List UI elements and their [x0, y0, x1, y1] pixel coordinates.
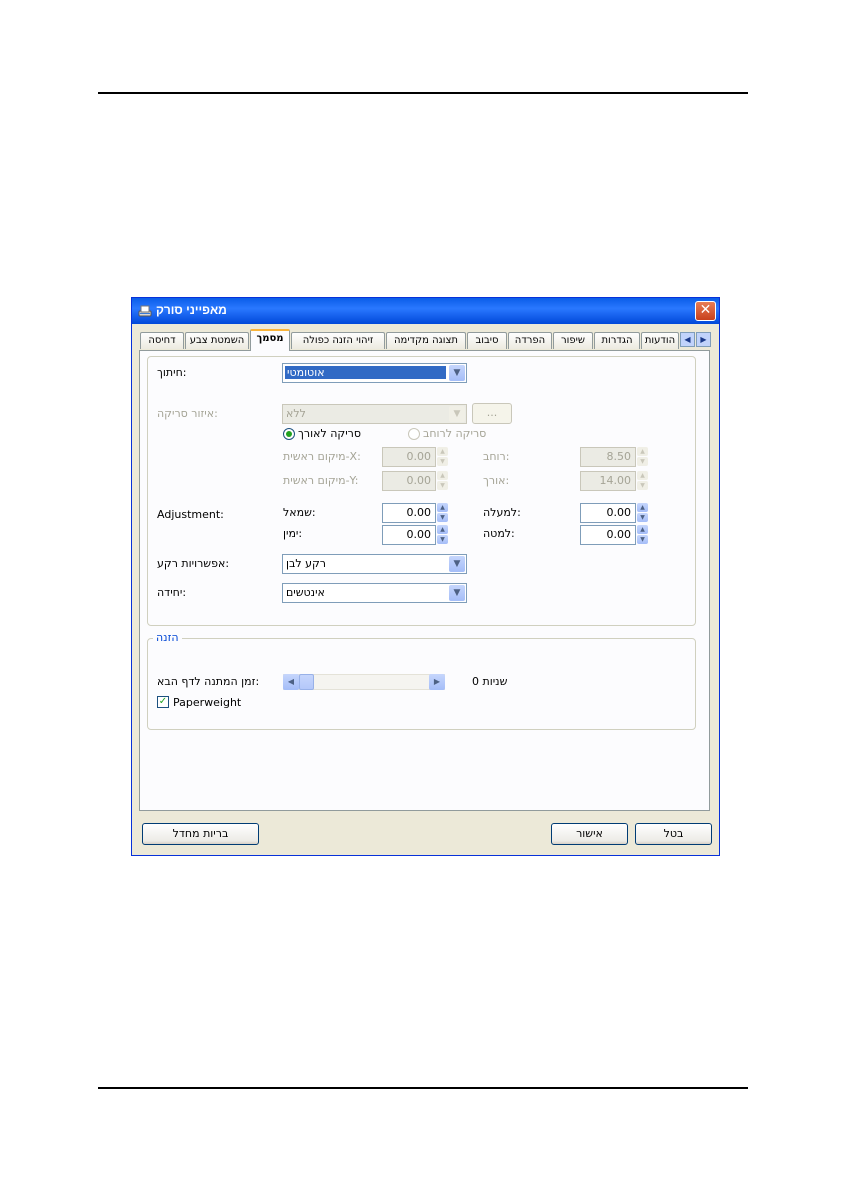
adjust-left-down-button[interactable]: ▼	[437, 513, 448, 522]
adjust-bottom-up-button[interactable]: ▲	[637, 525, 648, 534]
x-origin-down-button[interactable]: ▼	[437, 457, 448, 466]
cropping-label: חיתוך:	[157, 366, 187, 379]
adjust-right-up-button[interactable]: ▲	[437, 525, 448, 534]
y-origin-up-button[interactable]: ▲	[437, 471, 448, 480]
tab-compression[interactable]: דחיסה	[140, 332, 184, 349]
y-origin-down-button[interactable]: ▼	[437, 481, 448, 490]
x-origin-input[interactable]: 0.00	[382, 447, 436, 467]
tab-document[interactable]: מסמך	[250, 329, 290, 351]
cropping-select[interactable]: אוטומטי ▼	[282, 363, 467, 383]
adjust-right-input[interactable]: 0.00	[382, 525, 436, 545]
chevron-down-icon: ▼	[449, 406, 465, 422]
tab-scroll-left-button[interactable]: ◀	[680, 332, 695, 347]
paperweight-label: Paperweight	[173, 696, 242, 709]
x-origin-label: מיקום ראשית-X:	[283, 450, 361, 463]
paperweight-checkbox[interactable]: ✓	[157, 696, 169, 708]
window-title: מאפייני סורק	[156, 303, 227, 317]
landscape-radio-label: סריקה לרוחב	[423, 427, 487, 440]
chevron-down-icon: ▼	[449, 585, 465, 601]
length-label: אורך:	[483, 474, 510, 487]
defaults-button[interactable]: בריות מחדל	[142, 823, 259, 845]
tab-rotation[interactable]: סיבוב	[467, 332, 507, 349]
width-up-button[interactable]: ▲	[637, 447, 648, 456]
scanner-icon	[138, 305, 152, 317]
adjust-right-label: ימין:	[283, 527, 303, 540]
adjust-right-down-button[interactable]: ▼	[437, 535, 448, 544]
width-down-button[interactable]: ▼	[637, 457, 648, 466]
feeding-group-title: הזנה	[153, 631, 182, 644]
portrait-radio[interactable]	[283, 428, 295, 440]
tab-preview[interactable]: תצוגה מקדימה	[386, 332, 466, 349]
chevron-down-icon: ▼	[449, 556, 465, 572]
wait-time-label: זמן המתנה לדף הבא:	[157, 675, 260, 688]
y-origin-input[interactable]: 0.00	[382, 471, 436, 491]
title-bar[interactable]: מאפייני סורק ✕	[132, 298, 719, 324]
y-origin-label: מיקום ראשית-Y:	[283, 474, 359, 487]
adjust-top-input[interactable]: 0.00	[580, 503, 636, 523]
width-input[interactable]: 8.50	[580, 447, 636, 467]
adjust-top-up-button[interactable]: ▲	[637, 503, 648, 512]
chevron-down-icon: ▼	[449, 365, 465, 381]
adjustment-label: Adjustment:	[157, 508, 224, 521]
tab-separation[interactable]: הפרדה	[508, 332, 552, 349]
adjust-top-down-button[interactable]: ▼	[637, 513, 648, 522]
page-bottom-rule	[98, 1087, 748, 1089]
adjust-left-input[interactable]: 0.00	[382, 503, 436, 523]
background-label: אפשרויות רקע:	[157, 557, 230, 570]
slider-left-button[interactable]: ◀	[283, 674, 299, 690]
slider-right-button[interactable]: ▶	[429, 674, 445, 690]
adjust-bottom-down-button[interactable]: ▼	[637, 535, 648, 544]
tab-color-dropout[interactable]: השמטת צבע	[185, 332, 249, 349]
background-select[interactable]: רקע לבן ▼	[282, 554, 467, 574]
portrait-radio-label: סריקה לאורך	[298, 427, 362, 440]
adjust-top-label: למעלה:	[483, 506, 521, 519]
page-top-rule	[98, 92, 748, 94]
adjust-left-label: שמאל:	[283, 506, 316, 519]
tab-messages[interactable]: הודעות	[641, 332, 679, 349]
cancel-button[interactable]: בטל	[635, 823, 712, 845]
wait-time-slider[interactable]: ◀ ▶	[283, 674, 445, 690]
ok-button[interactable]: אישור	[551, 823, 628, 845]
close-button[interactable]: ✕	[695, 301, 716, 321]
tab-multifeed-detection[interactable]: זיהוי הזנה כפולה	[291, 332, 385, 349]
x-origin-up-button[interactable]: ▲	[437, 447, 448, 456]
adjust-left-up-button[interactable]: ▲	[437, 503, 448, 512]
tab-scroll-right-button[interactable]: ▶	[696, 332, 711, 347]
adjust-bottom-input[interactable]: 0.00	[580, 525, 636, 545]
slider-thumb[interactable]	[299, 674, 314, 690]
length-down-button[interactable]: ▼	[637, 481, 648, 490]
adjust-bottom-label: למטה:	[483, 527, 515, 540]
tab-enhancement[interactable]: שיפור	[553, 332, 593, 349]
length-up-button[interactable]: ▲	[637, 471, 648, 480]
scan-area-select[interactable]: ללא ▼	[282, 404, 467, 424]
document-tab-panel: חיתוך: אוטומטי ▼ איזור סריקה: ללא ▼ ... …	[139, 350, 710, 811]
landscape-radio[interactable]	[408, 428, 420, 440]
scan-area-label: איזור סריקה:	[157, 407, 218, 420]
tab-settings[interactable]: הגדרות	[594, 332, 640, 349]
width-label: רוחב:	[483, 450, 510, 463]
scanner-properties-window: מאפייני סורק ✕ דחיסה השמטת צבע מסמך זיהו…	[131, 297, 720, 856]
unit-label: יחידה:	[157, 586, 187, 599]
length-input[interactable]: 14.00	[580, 471, 636, 491]
unit-select[interactable]: אינטשים ▼	[282, 583, 467, 603]
wait-time-value: 0 שניות	[472, 675, 508, 688]
scan-area-browse-button[interactable]: ...	[472, 403, 512, 424]
